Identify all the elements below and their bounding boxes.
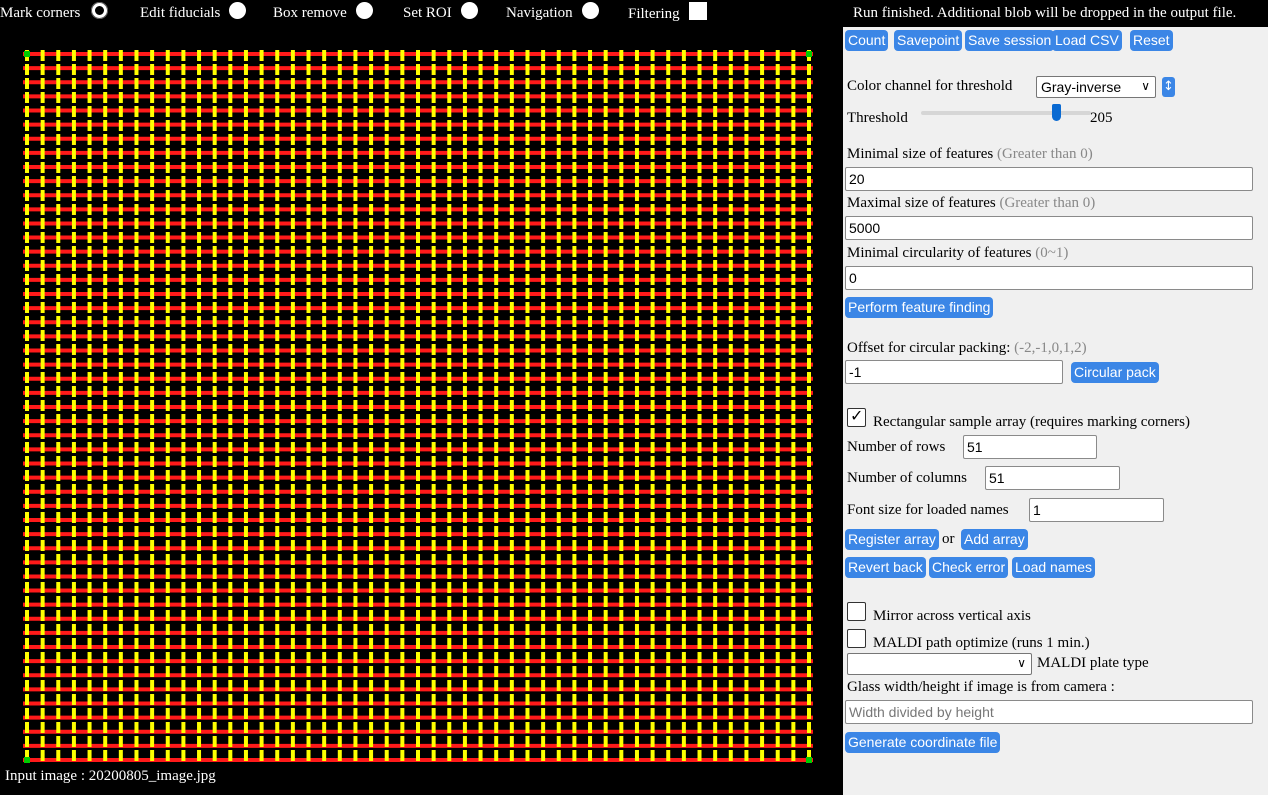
- chevron-down-icon: ∨: [1017, 656, 1026, 670]
- rows-label: Number of rows: [847, 439, 946, 455]
- check-icon: ✓: [850, 406, 864, 425]
- corner-marker[interactable]: [806, 757, 812, 763]
- threshold-value: 205: [1090, 110, 1113, 126]
- maldi-label: MALDI path optimize (runs 1 min.): [873, 635, 1090, 651]
- threshold-label: Threshold: [847, 110, 908, 126]
- rect-array-checkbox[interactable]: ✓: [847, 406, 866, 427]
- min-size-input[interactable]: 20: [845, 167, 1253, 191]
- mode-box-remove-label: Box remove: [273, 5, 347, 22]
- load-csv-button[interactable]: Load CSV: [1052, 30, 1122, 51]
- mode-navigation-label: Navigation: [506, 5, 573, 22]
- mode-filtering[interactable]: Filtering: [628, 2, 707, 23]
- box-remove-radio[interactable]: [355, 2, 373, 20]
- offset-input[interactable]: -1: [845, 360, 1063, 384]
- mode-mark-corners-label: Mark corners: [0, 5, 81, 22]
- max-size-hint: (Greater than 0): [999, 195, 1096, 211]
- cols-label: Number of columns: [847, 470, 967, 486]
- mode-box-remove[interactable]: Box remove: [273, 2, 373, 22]
- mode-edit-fiducials-label: Edit fiducials: [140, 5, 221, 22]
- maldi-checkbox[interactable]: [847, 629, 866, 648]
- register-array-button[interactable]: Register array: [845, 529, 939, 550]
- filtering-checkbox[interactable]: [688, 2, 707, 20]
- circularity-input[interactable]: 0: [845, 266, 1253, 290]
- control-panel: Run finished. Additional blob will be dr…: [843, 0, 1268, 795]
- max-size-label: Maximal size of features (Greater than 0…: [847, 195, 1095, 212]
- mirror-label: Mirror across vertical axis: [873, 608, 1031, 624]
- mode-set-roi-label: Set ROI: [403, 5, 452, 22]
- navigation-radio[interactable]: [581, 2, 599, 20]
- offset-hint: (-2,-1,0,1,2): [1014, 340, 1087, 356]
- chevron-down-icon: ∨: [1141, 79, 1150, 93]
- mode-mark-corners[interactable]: Mark corners: [0, 2, 109, 22]
- circularity-hint: (0~1): [1035, 245, 1069, 261]
- plate-type-label: MALDI plate type: [1037, 655, 1149, 671]
- plate-type-select[interactable]: ∨: [847, 653, 1032, 675]
- edit-fiducials-radio[interactable]: [229, 2, 247, 20]
- rect-array-label: Rectangular sample array (requires marki…: [873, 414, 1190, 430]
- mode-navigation[interactable]: Navigation: [506, 2, 599, 22]
- mode-toolbar: Mark corners Edit fiducials Box remove S…: [0, 0, 843, 30]
- savepoint-button[interactable]: Savepoint: [894, 30, 963, 51]
- image-canvas[interactable]: [23, 50, 813, 764]
- cols-input[interactable]: 51: [985, 466, 1120, 490]
- swap-icon[interactable]: ↕: [1162, 77, 1175, 97]
- corner-marker[interactable]: [24, 757, 30, 763]
- mode-edit-fiducials[interactable]: Edit fiducials: [140, 2, 247, 22]
- circular-pack-button[interactable]: Circular pack: [1071, 362, 1159, 383]
- min-size-hint: (Greater than 0): [996, 146, 1093, 162]
- mode-filtering-label: Filtering: [628, 5, 680, 22]
- load-names-button[interactable]: Load names: [1012, 557, 1096, 578]
- channel-label: Color channel for threshold: [847, 78, 1013, 94]
- channel-select-value: Gray-inverse: [1041, 79, 1122, 95]
- offset-label: Offset for circular packing: (-2,-1,0,1,…: [847, 340, 1087, 357]
- reset-button[interactable]: Reset: [1130, 30, 1173, 51]
- rows-input[interactable]: 51: [963, 435, 1097, 459]
- mark-corners-radio[interactable]: [91, 2, 109, 20]
- save-session-button[interactable]: Save session: [965, 30, 1055, 51]
- glass-ratio-input[interactable]: Width divided by height: [845, 700, 1253, 724]
- max-size-label-text: Maximal size of features: [847, 195, 996, 211]
- min-size-label-text: Minimal size of features: [847, 146, 994, 162]
- perform-feature-finding-button[interactable]: Perform feature finding: [845, 297, 994, 318]
- max-size-input[interactable]: 5000: [845, 216, 1253, 240]
- revert-back-button[interactable]: Revert back: [845, 557, 926, 578]
- offset-label-text: Offset for circular packing:: [847, 340, 1011, 356]
- count-button[interactable]: Count: [845, 30, 889, 51]
- font-size-label: Font size for loaded names: [847, 502, 1009, 518]
- threshold-slider[interactable]: [921, 111, 1091, 115]
- image-caption: Input image : 20200805_image.jpg: [5, 768, 216, 784]
- image-pane: Mark corners Edit fiducials Box remove S…: [0, 0, 843, 795]
- threshold-slider-thumb[interactable]: [1051, 104, 1061, 121]
- generate-coordinate-file-button[interactable]: Generate coordinate file: [845, 732, 1001, 753]
- circularity-label: Minimal circularity of features (0~1): [847, 245, 1068, 262]
- min-size-label: Minimal size of features (Greater than 0…: [847, 146, 1093, 163]
- circularity-label-text: Minimal circularity of features: [847, 245, 1032, 261]
- corner-marker[interactable]: [806, 51, 812, 57]
- or-label: or: [942, 531, 955, 547]
- mirror-checkbox[interactable]: [847, 602, 866, 621]
- add-array-button[interactable]: Add array: [961, 529, 1028, 550]
- font-size-input[interactable]: 1: [1029, 498, 1164, 522]
- mode-set-roi[interactable]: Set ROI: [403, 2, 478, 22]
- glass-label: Glass width/height if image is from came…: [847, 679, 1115, 695]
- status-message: Run finished. Additional blob will be dr…: [843, 0, 1268, 27]
- channel-select[interactable]: Gray-inverse ∨: [1036, 76, 1156, 98]
- corner-marker[interactable]: [24, 51, 30, 57]
- check-error-button[interactable]: Check error: [929, 557, 1009, 578]
- set-roi-radio[interactable]: [460, 2, 478, 20]
